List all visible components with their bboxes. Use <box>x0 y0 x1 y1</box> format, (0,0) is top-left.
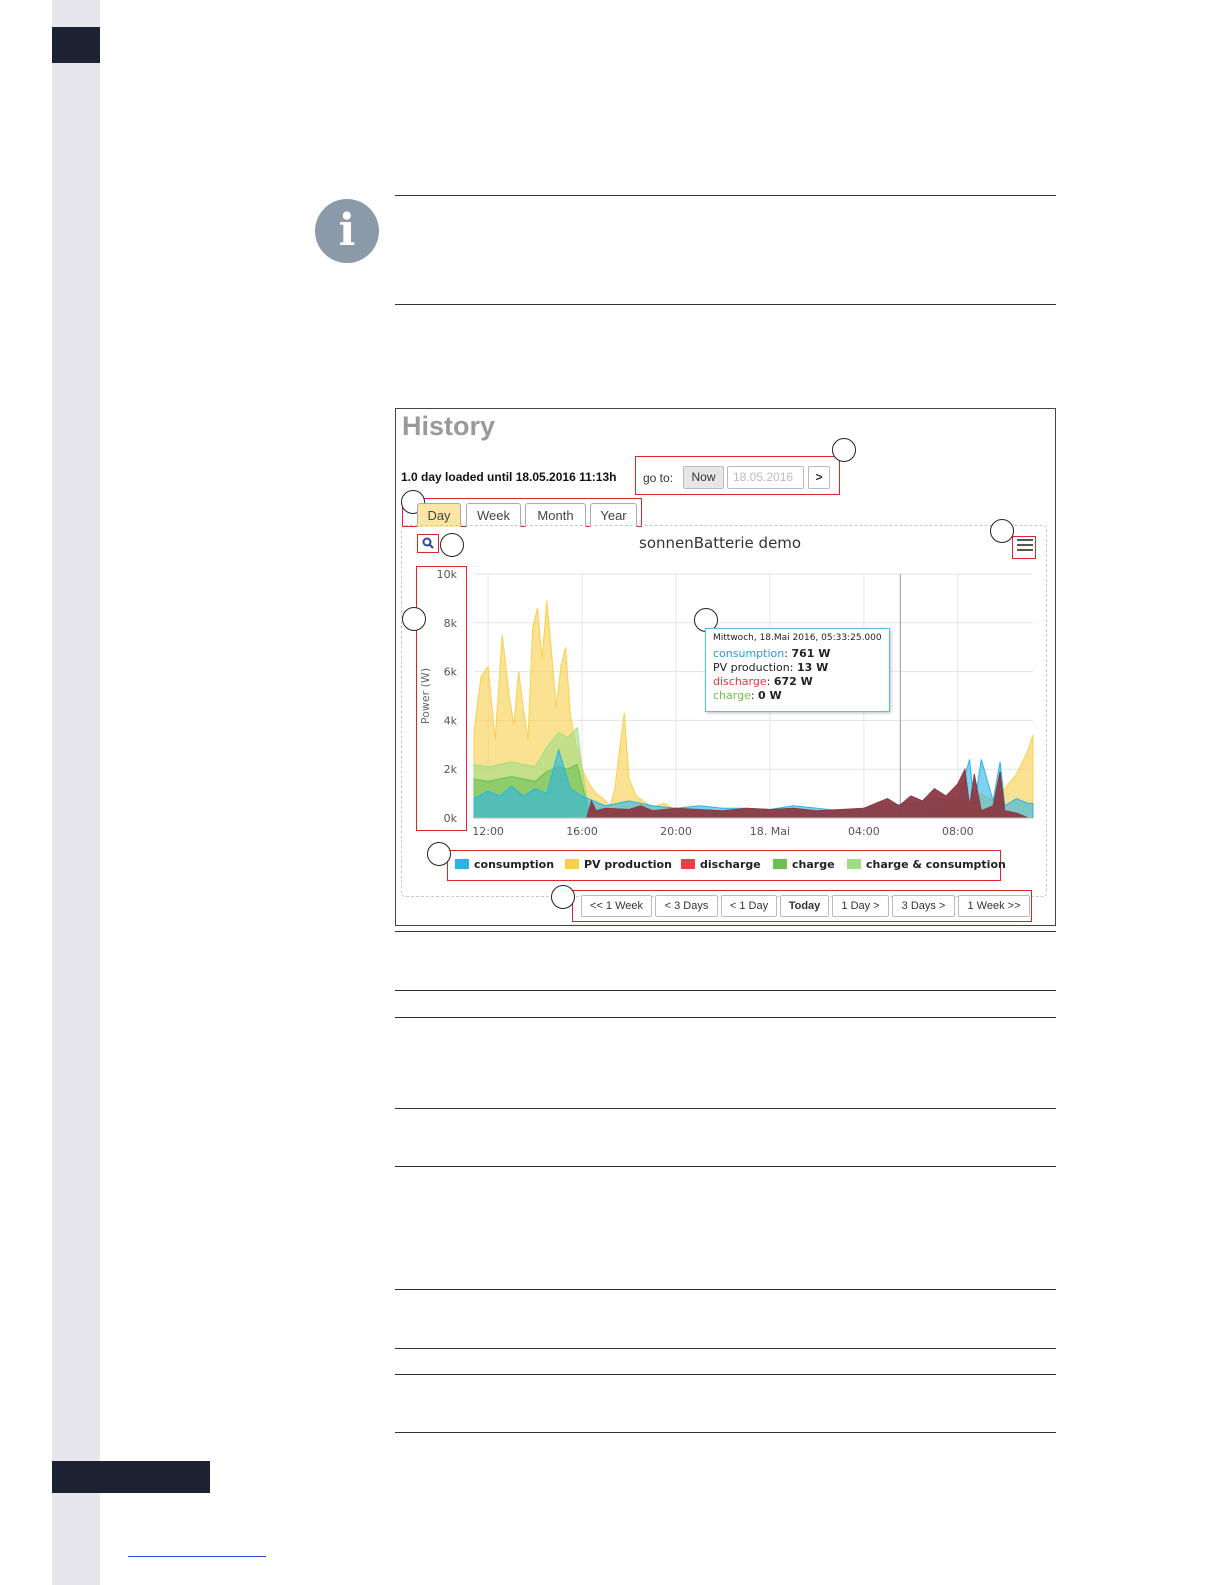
sidebar-bottom-marker <box>52 1461 210 1493</box>
tooltip-row: charge: 0 W <box>713 689 782 702</box>
legend-item-consumption[interactable]: consumption <box>455 858 554 871</box>
series-area-discharge <box>586 767 1029 819</box>
page-sidebar <box>52 0 100 1585</box>
table-rule <box>395 1432 1056 1433</box>
footer-link[interactable] <box>128 1556 266 1557</box>
x-tick-label: 04:00 <box>848 825 880 838</box>
tooltip-row-name: PV production <box>713 661 790 674</box>
table-rule <box>395 990 1056 991</box>
legend-swatch <box>681 859 695 869</box>
info-icon: i <box>315 199 379 263</box>
legend-item-charge[interactable]: charge <box>773 858 835 871</box>
nav-back-week-button[interactable]: << 1 Week <box>581 895 652 917</box>
x-tick-label: 16:00 <box>566 825 598 838</box>
tooltip-row-value: 0 W <box>758 689 782 702</box>
legend-swatch <box>565 859 579 869</box>
x-tick-label: 18. Mai <box>750 825 790 838</box>
table-rule <box>395 1348 1056 1349</box>
tooltip-row-name: discharge <box>713 675 767 688</box>
table-rule <box>395 1108 1056 1109</box>
legend-swatch <box>847 859 861 869</box>
legend-item-charge-consumption[interactable]: charge & consumption <box>847 858 1006 871</box>
y-tick-label: 10k <box>437 568 458 581</box>
nav-back-day-button[interactable]: < 1 Day <box>721 895 777 917</box>
nav-forward-week-button[interactable]: 1 Week >> <box>958 895 1030 917</box>
legend-label: discharge <box>700 858 761 871</box>
table-rule <box>395 1017 1056 1018</box>
tooltip-row-value: 672 W <box>773 675 813 688</box>
x-tick-label: 08:00 <box>942 825 974 838</box>
tooltip-row-name: charge <box>713 689 751 702</box>
info-top-rule <box>395 195 1056 196</box>
legend-swatch <box>455 859 469 869</box>
table-rule <box>395 1374 1056 1375</box>
nav-back-3days-button[interactable]: < 3 Days <box>655 895 718 917</box>
nav-today-button[interactable]: Today <box>780 895 829 917</box>
tooltip-row: PV production: 13 W <box>713 661 829 674</box>
tooltip-row-value: 13 W <box>796 661 829 674</box>
legend-label: consumption <box>474 858 555 871</box>
nav-forward-day-button[interactable]: 1 Day > <box>832 895 889 917</box>
table-rule <box>395 1289 1056 1290</box>
legend-label: PV production <box>584 858 672 871</box>
sidebar-top-marker <box>52 27 100 63</box>
y-tick-label: 0k <box>444 812 458 825</box>
y-axis-title: Power (W) <box>419 668 432 724</box>
legend-item-discharge[interactable]: discharge <box>681 858 761 871</box>
chart-tooltip: Mittwoch, 18.Mai 2016, 05:33:25.000 cons… <box>705 628 890 712</box>
y-tick-label: 8k <box>444 617 458 630</box>
table-rule <box>395 1166 1056 1167</box>
x-tick-label: 12:00 <box>472 825 504 838</box>
y-tick-label: 6k <box>444 666 458 679</box>
table-rule <box>395 931 1056 932</box>
tooltip-row-value: 761 W <box>791 647 831 660</box>
legend-swatch <box>773 859 787 869</box>
tooltip-row: consumption: 761 W <box>713 647 831 660</box>
nav-forward-3days-button[interactable]: 3 Days > <box>892 895 955 917</box>
callout-marker <box>551 885 575 909</box>
tooltip-row-name: consumption <box>713 647 785 660</box>
legend-label: charge <box>792 858 835 871</box>
y-tick-label: 2k <box>444 763 458 776</box>
y-tick-label: 4k <box>444 714 458 727</box>
tooltip-row: discharge: 672 W <box>713 675 813 688</box>
tooltip-header: Mittwoch, 18.Mai 2016, 05:33:25.000 <box>713 633 882 643</box>
history-screenshot: History 1.0 day loaded until 18.05.2016 … <box>395 408 1056 926</box>
callout-marker <box>427 842 451 866</box>
legend-label: charge & consumption <box>866 858 1006 871</box>
legend-item-pv-production[interactable]: PV production <box>565 858 672 871</box>
info-bottom-rule <box>395 304 1056 305</box>
x-tick-label: 20:00 <box>660 825 692 838</box>
